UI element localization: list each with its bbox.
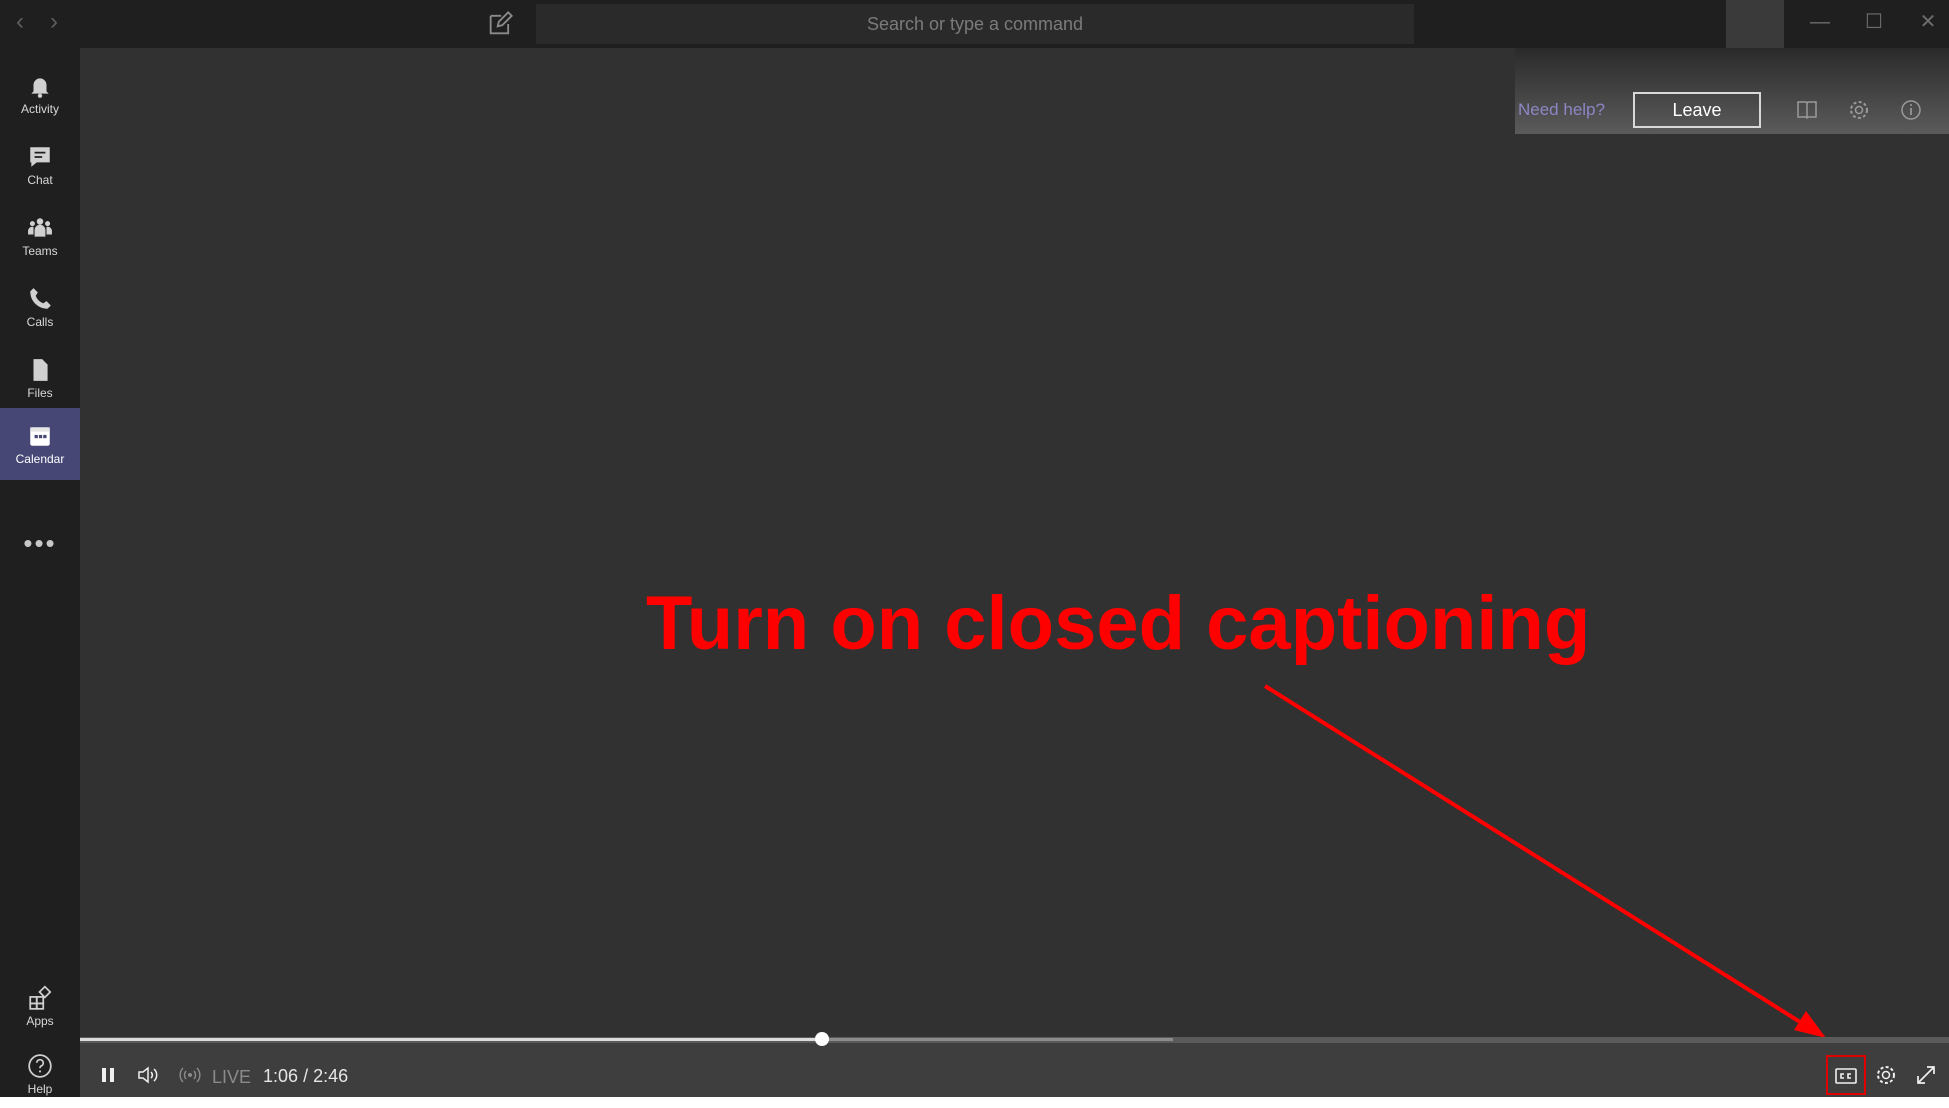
need-help-link[interactable]: Need help? bbox=[1518, 100, 1605, 120]
rail-item-activity[interactable]: Activity bbox=[0, 60, 80, 128]
volume-icon[interactable] bbox=[136, 1063, 160, 1087]
seek-progress bbox=[80, 1038, 822, 1041]
rail-item-label: Teams bbox=[22, 243, 58, 258]
rail-item-chat[interactable]: Chat bbox=[0, 131, 80, 199]
rail-item-calendar[interactable]: Calendar bbox=[0, 408, 80, 480]
player-controls: LIVE 1:06 / 2:46 bbox=[80, 1032, 1949, 1097]
live-broadcast-icon bbox=[179, 1067, 201, 1083]
compose-icon[interactable] bbox=[486, 10, 514, 38]
time-separator: / bbox=[303, 1066, 309, 1086]
chevron-right-icon[interactable]: › bbox=[40, 8, 68, 36]
avatar[interactable] bbox=[1726, 0, 1784, 48]
bell-icon bbox=[31, 77, 49, 98]
duration: 2:46 bbox=[313, 1066, 349, 1086]
gear-icon[interactable] bbox=[1847, 98, 1871, 122]
live-label: LIVE bbox=[212, 1067, 252, 1087]
info-icon[interactable] bbox=[1899, 98, 1923, 122]
close-button[interactable]: ✕ bbox=[1900, 0, 1949, 48]
time-display: 1:06 / 2:46 bbox=[263, 1066, 348, 1087]
gear-icon[interactable] bbox=[1874, 1063, 1898, 1087]
rail-item-label: Help bbox=[27, 1081, 53, 1096]
rail-item-label: Apps bbox=[26, 1013, 54, 1028]
rail-item-teams[interactable]: Teams bbox=[0, 202, 80, 270]
minimize-button[interactable]: — bbox=[1792, 0, 1848, 48]
search-input[interactable]: Search or type a command bbox=[536, 4, 1414, 44]
closed-captions-button[interactable] bbox=[1826, 1055, 1866, 1095]
phone-icon bbox=[30, 287, 51, 309]
calendar-icon bbox=[30, 426, 50, 446]
rail-item-files[interactable]: Files bbox=[0, 344, 80, 412]
rail-item-label: Calendar bbox=[15, 451, 65, 466]
rail-item-calls[interactable]: Calls bbox=[0, 273, 80, 341]
help-icon bbox=[28, 1053, 52, 1078]
rail-item-label: Activity bbox=[20, 101, 59, 116]
apps-icon bbox=[29, 984, 52, 1010]
rail-item-label: Files bbox=[27, 385, 53, 400]
closed-captions-icon bbox=[1835, 1068, 1857, 1084]
meeting-stage bbox=[80, 48, 1949, 1037]
meeting-top-controls: Need help? Leave bbox=[1515, 48, 1949, 134]
fullscreen-icon[interactable] bbox=[1914, 1063, 1938, 1087]
chat-icon bbox=[30, 146, 50, 167]
leave-button[interactable]: Leave bbox=[1633, 92, 1761, 128]
title-bar: ‹ › Search or type a command — ☐ ✕ bbox=[0, 0, 1949, 48]
pause-icon[interactable] bbox=[96, 1063, 120, 1087]
annotation-text: Turn on closed captioning bbox=[646, 581, 1591, 666]
more-apps-button[interactable]: ••• bbox=[0, 528, 80, 559]
rail-item-label: Calls bbox=[26, 314, 54, 329]
seek-bar[interactable] bbox=[80, 1032, 1949, 1046]
rail-item-help[interactable]: Help bbox=[0, 1040, 80, 1108]
seek-thumb[interactable] bbox=[814, 1032, 829, 1046]
rail-item-apps[interactable]: Apps bbox=[0, 972, 80, 1040]
current-time: 1:06 bbox=[263, 1066, 299, 1086]
chevron-left-icon[interactable]: ‹ bbox=[6, 8, 34, 36]
app-bar: Activity Chat Teams Calls Files Calendar… bbox=[0, 48, 80, 1097]
rail-item-label: Chat bbox=[27, 172, 53, 187]
maximize-button[interactable]: ☐ bbox=[1846, 0, 1902, 48]
file-icon bbox=[33, 358, 48, 381]
captions-panel-icon[interactable] bbox=[1795, 98, 1819, 122]
app-window: ‹ › Search or type a command — ☐ ✕ Activ… bbox=[0, 0, 1949, 1097]
teams-icon bbox=[28, 217, 52, 237]
